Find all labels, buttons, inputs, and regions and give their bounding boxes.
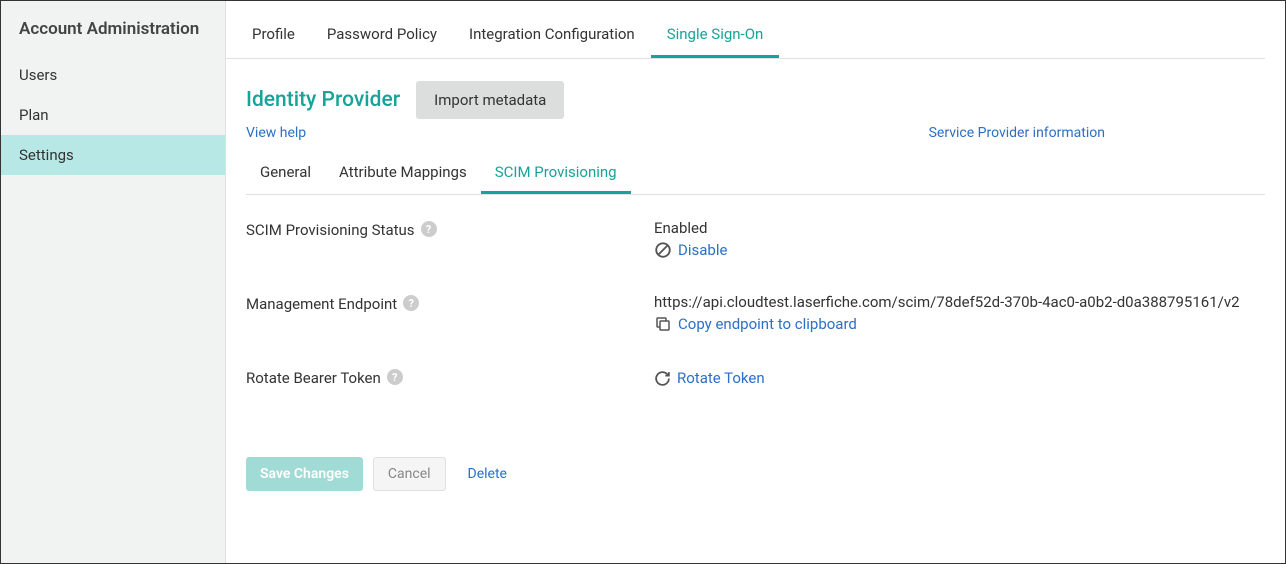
footer-buttons: Save Changes Cancel Delete — [226, 445, 1285, 503]
value-endpoint: https://api.cloudtest.laserfiche.com/sci… — [654, 293, 1265, 333]
subtab-general[interactable]: General — [246, 153, 325, 194]
main-content: Profile Password Policy Integration Conf… — [226, 1, 1285, 563]
refresh-icon — [654, 370, 671, 387]
tab-single-sign-on[interactable]: Single Sign-On — [651, 15, 780, 58]
section-title: Identity Provider — [246, 88, 400, 112]
form-area: SCIM Provisioning Status ? Enabled Disab… — [226, 195, 1285, 445]
row-endpoint: Management Endpoint ? https://api.cloudt… — [246, 293, 1265, 333]
label-scim-status-text: SCIM Provisioning Status — [246, 221, 415, 239]
label-endpoint-text: Management Endpoint — [246, 295, 397, 313]
link-row: View help Service Provider information — [226, 123, 1285, 153]
delete-button[interactable]: Delete — [456, 458, 519, 490]
copy-endpoint-link[interactable]: Copy endpoint to clipboard — [654, 315, 1265, 333]
label-endpoint: Management Endpoint ? — [246, 293, 654, 333]
view-help-link[interactable]: View help — [246, 125, 306, 141]
subtab-scim-provisioning[interactable]: SCIM Provisioning — [481, 153, 631, 194]
tab-password-policy[interactable]: Password Policy — [311, 15, 453, 58]
service-provider-info-link[interactable]: Service Provider information — [929, 125, 1105, 141]
copy-icon — [654, 315, 672, 333]
row-scim-status: SCIM Provisioning Status ? Enabled Disab… — [246, 219, 1265, 259]
subtab-attribute-mappings[interactable]: Attribute Mappings — [325, 153, 481, 194]
sub-tabs: General Attribute Mappings SCIM Provisio… — [246, 153, 1265, 195]
disable-link-text: Disable — [678, 241, 727, 259]
value-scim-status: Enabled Disable — [654, 219, 1265, 259]
tab-profile[interactable]: Profile — [236, 15, 311, 58]
value-rotate-token: Rotate Token — [654, 367, 1265, 387]
copy-endpoint-text: Copy endpoint to clipboard — [678, 315, 857, 333]
section-header: Identity Provider Import metadata — [226, 59, 1285, 123]
import-metadata-button[interactable]: Import metadata — [416, 81, 564, 119]
row-rotate-token: Rotate Bearer Token ? Rotate Token — [246, 367, 1265, 387]
help-icon[interactable]: ? — [403, 295, 419, 311]
cancel-button[interactable]: Cancel — [373, 457, 446, 491]
sidebar-title: Account Administration — [1, 1, 225, 55]
label-rotate-token: Rotate Bearer Token ? — [246, 367, 654, 387]
tab-integration-configuration[interactable]: Integration Configuration — [453, 15, 651, 58]
disable-link[interactable]: Disable — [654, 241, 1265, 259]
rotate-token-text: Rotate Token — [677, 369, 765, 387]
help-icon[interactable]: ? — [421, 221, 437, 237]
disable-icon — [654, 241, 672, 259]
status-enabled-text: Enabled — [654, 219, 1265, 237]
top-tabs: Profile Password Policy Integration Conf… — [226, 15, 1265, 59]
rotate-token-link[interactable]: Rotate Token — [654, 369, 1265, 387]
sidebar-item-settings[interactable]: Settings — [1, 135, 225, 175]
label-scim-status: SCIM Provisioning Status ? — [246, 219, 654, 259]
label-rotate-token-text: Rotate Bearer Token — [246, 369, 381, 387]
save-button[interactable]: Save Changes — [246, 457, 363, 491]
help-icon[interactable]: ? — [387, 369, 403, 385]
sidebar-item-plan[interactable]: Plan — [1, 95, 225, 135]
endpoint-url: https://api.cloudtest.laserfiche.com/sci… — [654, 293, 1265, 311]
sidebar-item-users[interactable]: Users — [1, 55, 225, 95]
sidebar: Account Administration Users Plan Settin… — [1, 1, 226, 563]
